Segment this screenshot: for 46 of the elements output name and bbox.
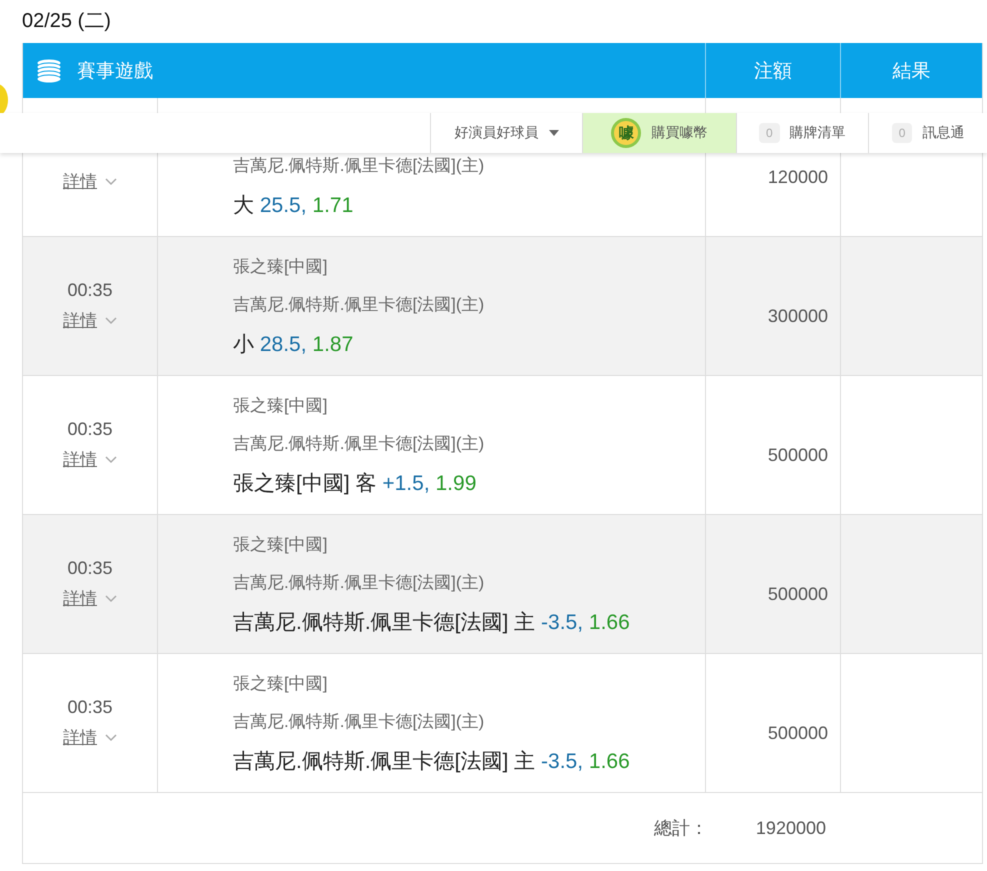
count-badge: 0 bbox=[758, 123, 780, 143]
buy-coins-button[interactable]: 噱 購買噱幣 bbox=[582, 113, 736, 153]
bet-amount: 120000 bbox=[768, 166, 828, 188]
chevron-down-icon bbox=[105, 734, 117, 742]
chevron-down-icon bbox=[105, 316, 117, 324]
bet-pick: 小 28.5, 1.87 bbox=[233, 332, 354, 358]
chevron-down-icon bbox=[105, 594, 117, 602]
total-amount: 1920000 bbox=[756, 818, 826, 838]
match-time: 00:35 bbox=[67, 280, 113, 301]
details-link[interactable]: 詳情 bbox=[63, 587, 117, 610]
bet-amount: 500000 bbox=[768, 584, 828, 604]
match-time: 00:35 bbox=[67, 697, 113, 718]
home-team: 吉萬尼.佩特斯.佩里卡德[法國](主) bbox=[233, 572, 486, 594]
details-link[interactable]: 詳情 bbox=[63, 448, 117, 471]
bet-pick: 大 25.5, 1.71 bbox=[233, 193, 354, 219]
caret-icon bbox=[548, 130, 559, 136]
away-team: 張之臻[中國] bbox=[233, 673, 328, 695]
bet-pick: 張之臻[中國] 客 +1.5, 1.99 bbox=[233, 471, 478, 497]
coin-logo: 噱 bbox=[611, 118, 642, 148]
match-time: 00:35 bbox=[67, 419, 113, 440]
date-heading: 02/25 (二) bbox=[22, 9, 112, 34]
menu-link[interactable]: 0 購牌清單 bbox=[736, 113, 868, 153]
home-team: 吉萬尼.佩特斯.佩里卡德[法國](主) bbox=[233, 155, 486, 177]
bet-pick: 吉萬尼.佩特斯.佩里卡德[法國] 主 -3.5, 1.66 bbox=[233, 749, 631, 775]
chevron-down-icon bbox=[105, 178, 117, 186]
coin-stack-icon bbox=[35, 58, 63, 84]
away-team: 張之臻[中國] bbox=[233, 256, 328, 278]
total-label: 總計： bbox=[654, 817, 708, 840]
details-link[interactable]: 詳情 bbox=[63, 170, 117, 193]
bet-amount: 500000 bbox=[768, 444, 828, 466]
home-team: 吉萬尼.佩特斯.佩里卡德[法國](主) bbox=[233, 711, 486, 733]
bet-amount: 500000 bbox=[768, 722, 828, 744]
match-time: 00:35 bbox=[67, 558, 113, 579]
away-team: 張之臻[中國] bbox=[233, 534, 328, 556]
chevron-down-icon bbox=[105, 456, 117, 464]
away-team: 張之臻[中國] bbox=[233, 395, 328, 417]
bet-amount: 300000 bbox=[768, 306, 828, 326]
home-team: 吉萬尼.佩特斯.佩里卡德[法國](主) bbox=[233, 294, 486, 316]
details-link[interactable]: 詳情 bbox=[63, 309, 117, 332]
menu-link[interactable]: 0 訊息通 bbox=[868, 113, 987, 153]
bet-pick: 吉萬尼.佩特斯.佩里卡德[法國] 主 -3.5, 1.66 bbox=[233, 610, 631, 636]
user-menu[interactable]: 好演員好球員 bbox=[430, 113, 582, 153]
home-team: 吉萬尼.佩特斯.佩里卡德[法國](主) bbox=[233, 433, 486, 455]
details-link[interactable]: 詳情 bbox=[63, 726, 117, 749]
count-badge: 0 bbox=[892, 123, 912, 143]
table-title: 賽事遊戲 bbox=[77, 60, 153, 84]
